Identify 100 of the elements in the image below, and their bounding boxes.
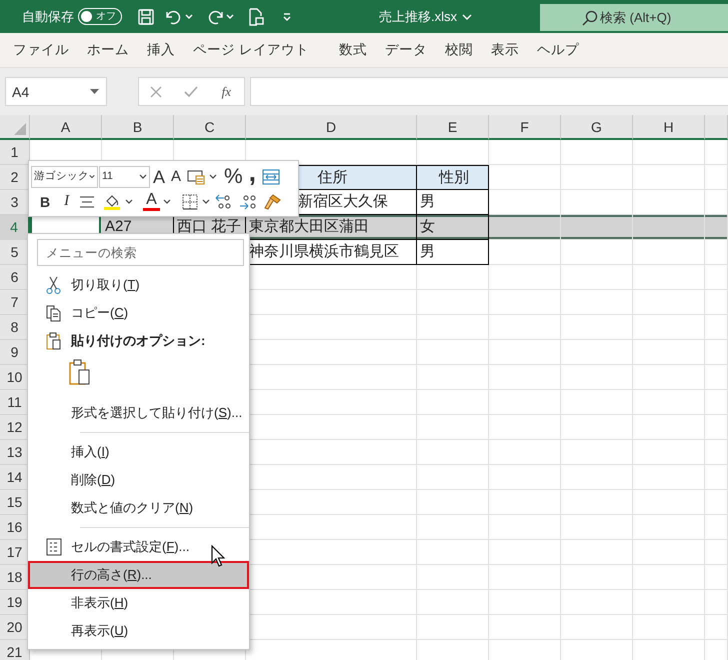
empty-cell — [561, 540, 633, 565]
row-header[interactable]: 3 — [0, 190, 30, 215]
row-header[interactable]: 14 — [0, 465, 30, 490]
row-header[interactable]: 11 — [0, 390, 30, 415]
column-header[interactable]: C — [174, 115, 246, 140]
accounting-format-icon[interactable] — [187, 168, 208, 184]
fill-color-icon[interactable] — [104, 193, 120, 210]
column-header[interactable]: G — [561, 115, 633, 140]
menu-item[interactable]: セルの書式設定(F)... — [71, 537, 190, 557]
caret-icon[interactable] — [209, 174, 218, 179]
empty-cell — [633, 165, 705, 190]
ribbon-tab[interactable]: 表示 — [482, 33, 528, 67]
row-header[interactable]: 1 — [0, 140, 30, 165]
empty-cell — [633, 415, 705, 440]
column-header[interactable]: B — [102, 115, 174, 140]
empty-cell — [417, 465, 489, 490]
menu-search-field[interactable]: メニューの検索 — [37, 239, 244, 266]
menu-item[interactable]: 切り取り(T) — [71, 275, 140, 295]
formula-field[interactable] — [250, 77, 728, 106]
italic-button[interactable]: I — [61, 190, 72, 212]
column-header[interactable]: H — [633, 115, 705, 140]
search-icon — [582, 10, 598, 26]
row-header[interactable]: 10 — [0, 365, 30, 390]
align-center-icon[interactable] — [80, 196, 94, 208]
caret-icon[interactable] — [125, 199, 134, 204]
empty-cell — [561, 615, 633, 640]
row-header[interactable]: 15 — [0, 490, 30, 515]
empty-cell — [561, 340, 633, 365]
row-header[interactable]: 8 — [0, 315, 30, 340]
empty-cell — [561, 265, 633, 290]
empty-cell — [633, 390, 705, 415]
menu-item[interactable]: 非表示(H) — [71, 593, 128, 613]
select-all-button[interactable] — [0, 115, 30, 140]
grow-font-button[interactable]: A — [150, 166, 168, 188]
empty-cell — [417, 365, 489, 390]
empty-cell — [489, 440, 561, 465]
row-header[interactable]: 19 — [0, 590, 30, 615]
autosave-toggle[interactable]: オフ — [78, 8, 122, 25]
dropdown-icon[interactable] — [90, 89, 99, 94]
bold-button[interactable]: B — [37, 190, 54, 212]
menu-item[interactable]: 数式と値のクリア(N) — [71, 498, 194, 518]
row-header[interactable]: 16 — [0, 515, 30, 540]
row-header[interactable]: 20 — [0, 615, 30, 640]
empty-cell — [417, 415, 489, 440]
empty-cell — [489, 340, 561, 365]
row-header[interactable]: 6 — [0, 265, 30, 290]
empty-cell — [489, 390, 561, 415]
column-header[interactable]: F — [489, 115, 561, 140]
clipboard-icon — [46, 332, 62, 350]
comma-style-button[interactable]: , — [246, 166, 259, 188]
menu-item[interactable]: 削除(D) — [71, 470, 116, 490]
column-header[interactable]: A — [30, 115, 102, 140]
ribbon-tab[interactable]: ファイル — [4, 33, 78, 67]
ribbon-tab[interactable]: 挿入 — [138, 33, 184, 67]
row-header[interactable]: 13 — [0, 440, 30, 465]
row-header[interactable]: 17 — [0, 540, 30, 565]
empty-cell — [417, 565, 489, 590]
wrap-text-icon[interactable] — [262, 168, 280, 184]
row-header[interactable]: 7 — [0, 290, 30, 315]
customize-icon[interactable] — [282, 12, 292, 22]
name-box[interactable]: A4 — [5, 77, 107, 106]
ribbon-tab[interactable]: 数式 — [330, 33, 376, 67]
increase-decimal-icon[interactable] — [238, 194, 257, 210]
row-header[interactable]: 4 — [0, 215, 30, 240]
row-header[interactable]: 18 — [0, 565, 30, 590]
caret-icon — [89, 174, 95, 179]
menu-item[interactable]: 形式を選択して貼り付け(S)... — [71, 403, 242, 423]
empty-cell — [417, 615, 489, 640]
menu-item[interactable]: 再表示(U) — [71, 621, 128, 641]
paste-option-icon[interactable] — [69, 359, 91, 385]
menu-item[interactable]: コピー(C) — [71, 303, 128, 323]
row-header[interactable]: 12 — [0, 415, 30, 440]
percent-button[interactable]: % — [221, 166, 246, 188]
document-icon[interactable] — [248, 8, 264, 26]
row-header[interactable]: 5 — [0, 240, 30, 265]
decrease-decimal-icon[interactable] — [214, 194, 233, 210]
ribbon-tab[interactable]: ホーム — [78, 33, 138, 67]
row-header[interactable]: 2 — [0, 165, 30, 190]
ribbon-tab[interactable]: ページ レイアウト — [184, 33, 318, 67]
ribbon-tab[interactable]: データ — [376, 33, 436, 67]
ribbon-tab[interactable]: 校閲 — [436, 33, 482, 67]
font-color-button[interactable]: A — [143, 192, 160, 210]
column-header[interactable]: E — [417, 115, 489, 140]
column-header[interactable]: D — [246, 115, 417, 140]
insert-function-button[interactable]: fx — [220, 82, 234, 102]
empty-cell — [417, 515, 489, 540]
ribbon-tab[interactable]: ヘルプ — [528, 33, 588, 67]
save-icon[interactable] — [138, 8, 154, 24]
row-header[interactable]: 9 — [0, 340, 30, 365]
font-dropdown[interactable]: 游ゴシック — [31, 166, 98, 188]
row-header[interactable]: 21 — [0, 640, 30, 660]
search-field[interactable]: 検索 (Alt+Q) — [540, 4, 728, 31]
caret-icon[interactable] — [162, 199, 171, 204]
borders-icon[interactable] — [182, 194, 198, 210]
caret-icon[interactable] — [202, 199, 210, 204]
format-painter-icon[interactable] — [264, 193, 282, 210]
font-dropdown[interactable]: 11 — [99, 166, 150, 188]
shrink-font-button[interactable]: A — [168, 166, 184, 188]
menu-item[interactable]: 挿入(I) — [71, 442, 110, 462]
table-cell: 男 — [417, 240, 489, 265]
